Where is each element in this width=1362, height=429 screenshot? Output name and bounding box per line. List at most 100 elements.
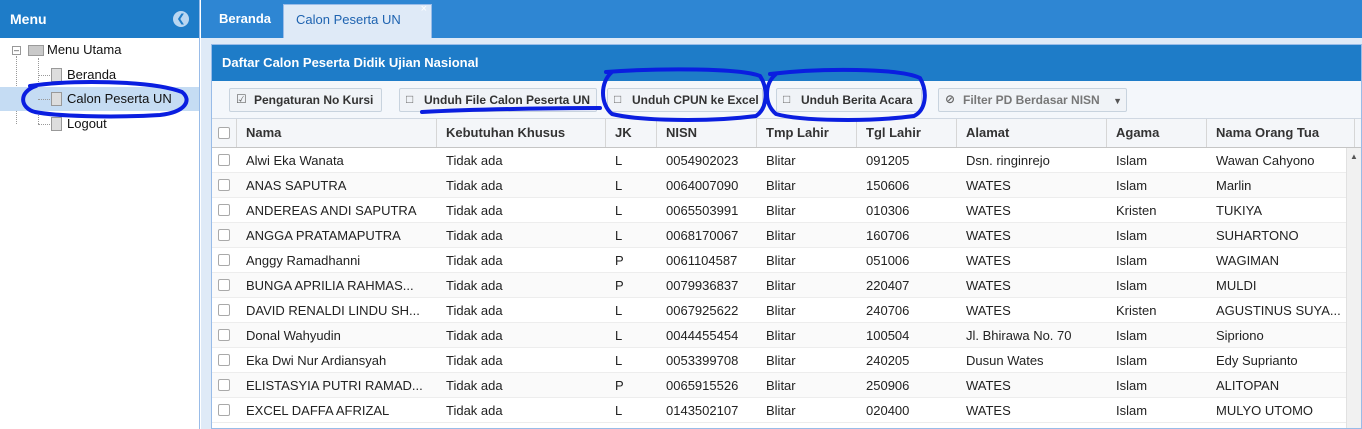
table-row[interactable]: Eka Dwi Nur Ardiansyah Tidak ada L 00533997… (212, 348, 1346, 373)
header-select-all[interactable] (212, 119, 237, 147)
table-cell: L (615, 303, 623, 318)
table-row[interactable]: ANGGA PRATAMAPUTRA Tidak ada L 0068170067 Bl… (212, 223, 1346, 248)
column-header[interactable]: NISN (657, 119, 757, 147)
table-cell: Blitar (766, 378, 796, 393)
button-label: Pengaturan No Kursi (254, 93, 374, 107)
table-cell: ANGGA PRATAMAPUTRA (246, 228, 401, 243)
table-cell: Blitar (766, 178, 796, 193)
table-cell: 0064007090 (666, 178, 739, 193)
row-checkbox[interactable] (218, 329, 230, 341)
table-cell: L (615, 228, 623, 243)
table-cell: 051006 (866, 253, 910, 268)
chevron-left-icon[interactable]: ❮ (173, 11, 189, 27)
table-cell: ANAS SAPUTRA (246, 178, 347, 193)
tree-item-label: Logout (67, 116, 107, 131)
tree-item-menu-utama[interactable]: – Menu Utama (0, 38, 199, 62)
tab-bar: Beranda Calon Peserta UN × (201, 0, 1362, 38)
row-checkbox[interactable] (218, 279, 230, 291)
table-cell: WATES (966, 403, 1011, 418)
column-header[interactable]: Nama (237, 119, 437, 147)
table-cell: Blitar (766, 278, 796, 293)
table-row[interactable]: EXCEL DAFFA AFRIZAL Tidak ada L 0143502107 B… (212, 398, 1346, 423)
pengaturan-no-kursi-button[interactable]: ☑ Pengaturan No Kursi (229, 88, 382, 112)
collapse-icon[interactable]: – (12, 46, 21, 55)
column-header[interactable]: Tgl Lahir (857, 119, 957, 147)
table-cell: Alwi Eka Wanata (246, 153, 344, 168)
table-cell: AGUSTINUS SUYA... (1216, 303, 1341, 318)
unduh-file-cpun-button[interactable]: □ Unduh File Calon Peserta UN (399, 88, 597, 112)
tree-item-beranda[interactable]: Beranda (0, 63, 199, 87)
table-cell: Jl. Bhirawa No. 70 (966, 328, 1072, 343)
tab-label: Beranda (219, 11, 272, 26)
tree-item-label: Menu Utama (47, 42, 122, 57)
table-cell: Islam (1116, 278, 1148, 293)
row-checkbox[interactable] (218, 179, 230, 191)
row-checkbox[interactable] (218, 304, 230, 316)
column-header[interactable]: Tmp Lahir (757, 119, 857, 147)
row-checkbox[interactable] (218, 229, 230, 241)
table-row[interactable]: Donal Wahyudin Tidak ada L 0044455454 Blitar… (212, 323, 1346, 348)
column-header[interactable]: Alamat (957, 119, 1107, 147)
table-row[interactable]: ANAS SAPUTRA Tidak ada L 0064007090 Blitar 15… (212, 173, 1346, 198)
tree-item-calon-peserta-un[interactable]: Calon Peserta UN (0, 87, 199, 111)
row-checkbox[interactable] (218, 404, 230, 416)
vertical-scrollbar[interactable]: ▲ (1346, 148, 1361, 428)
table-cell: 0143502107 (666, 403, 739, 418)
column-header[interactable]: Nama Orang Tua (1207, 119, 1355, 147)
column-header[interactable]: JK (606, 119, 657, 147)
unduh-cpun-excel-button[interactable]: □ Unduh CPUN ke Excel (607, 88, 763, 112)
table-cell: 091205 (866, 153, 910, 168)
table-row[interactable]: ANDEREAS ANDI SAPUTRA Tidak ada L 006550399… (212, 198, 1346, 223)
table-cell: 010306 (866, 203, 910, 218)
tab-calon-peserta-un[interactable]: Calon Peserta UN × (283, 2, 432, 38)
table-cell: WAGIMAN (1216, 253, 1280, 268)
table-cell: Donal Wahyudin (246, 328, 341, 343)
table-cell: WATES (966, 378, 1011, 393)
table-cell: Islam (1116, 328, 1148, 343)
unduh-berita-acara-button[interactable]: □ Unduh Berita Acara (776, 88, 922, 112)
row-checkbox[interactable] (218, 154, 230, 166)
table-cell: 0061104587 (666, 253, 738, 268)
row-checkbox[interactable] (218, 254, 230, 266)
table-cell: Tidak ada (446, 253, 503, 268)
tree-item-logout[interactable]: Logout (0, 112, 199, 136)
chevron-down-icon[interactable]: ▼ (1113, 90, 1122, 112)
table-cell: 150606 (866, 178, 910, 193)
table-cell: Tidak ada (446, 153, 503, 168)
row-checkbox[interactable] (218, 354, 230, 366)
download-tray-icon: □ (783, 92, 791, 106)
row-checkbox[interactable] (218, 379, 230, 391)
table-cell: Tidak ada (446, 403, 503, 418)
table-row[interactable]: BUNGA APRILIA RAHMAS... Tidak ada P 0079936… (212, 273, 1346, 298)
column-header[interactable]: Agama (1107, 119, 1207, 147)
table-cell: Blitar (766, 328, 796, 343)
table-row[interactable]: Anggy Ramadhanni Tidak ada P 0061104587 Blit… (212, 248, 1346, 273)
row-checkbox[interactable] (218, 204, 230, 216)
table-row[interactable]: Alwi Eka Wanata Tidak ada L 0054902023 Blita… (212, 148, 1346, 173)
table-cell: Anggy Ramadhanni (246, 253, 361, 268)
table-cell: L (615, 153, 623, 168)
grid-body: Alwi Eka Wanata Tidak ada L 0054902023 Blita… (212, 148, 1346, 428)
table-cell: Eka Dwi Nur Ardiansyah (246, 353, 387, 368)
main-panel: Daftar Calon Peserta Didik Ujian Nasiona… (211, 44, 1362, 429)
table-cell: Tidak ada (446, 328, 503, 343)
table-cell: 100504 (866, 328, 910, 343)
scroll-up-icon[interactable]: ▲ (1350, 152, 1358, 161)
table-row[interactable]: ELISTASYIA PUTRI RAMAD... Tidak ada P 00659… (212, 373, 1346, 398)
column-header[interactable]: Kebutuhan Khusus (437, 119, 606, 147)
table-cell: 0068170067 (666, 228, 739, 243)
panel-title: Daftar Calon Peserta Didik Ujian Nasiona… (212, 45, 1361, 81)
tree-line (38, 99, 50, 100)
tab-beranda[interactable]: Beranda (207, 4, 283, 38)
table-cell: 0054902023 (666, 153, 739, 168)
table-cell: P (615, 378, 624, 393)
table-cell: 0065915526 (666, 378, 739, 393)
download-tray-icon: □ (614, 92, 622, 106)
table-cell: Islam (1116, 378, 1148, 393)
table-cell: Blitar (766, 253, 796, 268)
table-cell: TUKIYA (1216, 203, 1262, 218)
table-row[interactable]: DAVID RENALDI LINDU SH... Tidak ada L 00679… (212, 298, 1346, 323)
select-all-checkbox[interactable] (218, 127, 230, 139)
close-icon[interactable]: × (421, 2, 427, 16)
filter-pd-nisn-button[interactable]: ⊘ Filter PD Berdasar NISN ▼ (938, 88, 1127, 112)
